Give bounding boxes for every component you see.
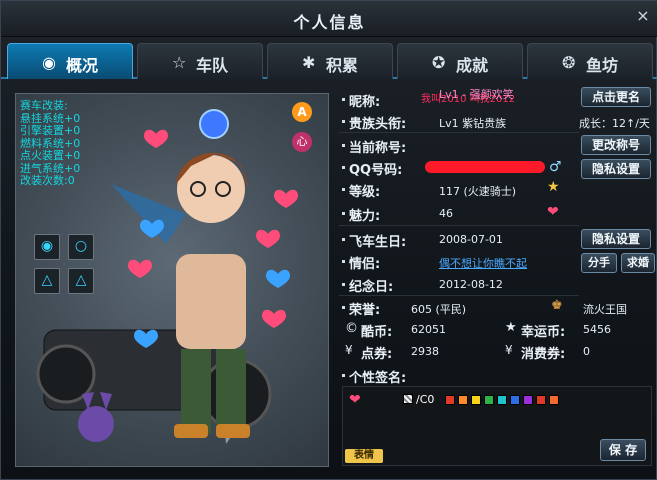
gear-icon: ✱ (302, 53, 316, 72)
dianquan-icon: ¥ (345, 343, 353, 357)
character-avatar (36, 109, 298, 444)
emoji-button[interactable]: 表情 (345, 449, 383, 463)
profile-window: 个人信息 × ◉ 概况 ☆ 车队 ✱ 积累 ✪ 成就 ❂ 鱼坊 赛车改装: 悬挂… (0, 0, 657, 480)
rename-button[interactable]: 点击更名 (581, 87, 651, 107)
kubi-value: 62051 (411, 323, 446, 336)
character-stage[interactable]: 赛车改装: 悬挂系统+0 引擎装置+0 燃料系统+0 点火装置+0 进气系统+0… (15, 93, 329, 467)
change-title-button[interactable]: 更改称号 (581, 135, 651, 155)
color-swatch-cyan[interactable] (497, 395, 507, 405)
king-avatar-icon: ♚ (551, 298, 563, 313)
color-swatch-red-2[interactable] (536, 395, 546, 405)
title-bar: 个人信息 × (1, 1, 657, 37)
color-picker-icon[interactable] (403, 394, 413, 404)
tab-overview[interactable]: ◉ 概况 (7, 43, 133, 79)
star-icon: ☆ (172, 53, 187, 72)
kubi-icon: © (345, 321, 358, 336)
charm-value: 46 (439, 207, 453, 220)
anniversary-row: 纪念日: 2012-08-12 (339, 274, 657, 295)
partner-link[interactable]: 偶不想让你瞧不起 (439, 255, 527, 271)
color-swatch-orange[interactable] (458, 395, 468, 405)
close-icon[interactable]: × (634, 7, 652, 25)
color-swatch-orange-2[interactable] (549, 395, 559, 405)
signature-label-row: 个性签名: (339, 365, 657, 386)
honor-value: 605 (平民) (411, 303, 467, 316)
currency-row-2: ¥ 点券: 2938 ¥ 消费券: 0 (345, 343, 590, 362)
level-row: 等级: 117 (火速骑士) ★ (339, 179, 657, 200)
noble-value: Lv1 紫钻贵族 (439, 117, 507, 130)
save-button[interactable]: 保 存 (600, 439, 646, 461)
growth-value: 成长：12↑/天 (579, 117, 650, 130)
lucky-value: 5456 (583, 323, 611, 336)
window-title: 个人信息 (293, 13, 366, 32)
nickname-value: Lv1 - 强颜欢笑 (439, 88, 514, 101)
xiaofei-icon: ¥ (505, 343, 513, 357)
xiaofei-value: 0 (583, 345, 590, 358)
qq-redacted (425, 161, 545, 173)
tab-bar: ◉ 概况 ☆ 车队 ✱ 积累 ✪ 成就 ❂ 鱼坊 (1, 41, 657, 79)
level-value: 117 (火速骑士) (439, 185, 517, 198)
propose-button[interactable]: 求婚 (621, 253, 655, 273)
color-swatch-red[interactable] (445, 395, 455, 405)
tab-achievement[interactable]: ✪ 成就 (397, 43, 523, 79)
color-swatch-purple[interactable] (523, 395, 533, 405)
honor-row: 荣誉: 605 (平民) ♚ 流火王国 (339, 297, 657, 318)
privacy-settings-button[interactable]: 隐私设置 (581, 159, 651, 179)
privacy-settings-button-2[interactable]: 隐私设置 (581, 229, 651, 249)
lucky-star-icon: ★ (505, 320, 517, 335)
color-swatch-blue[interactable] (510, 395, 520, 405)
tab-accumulate[interactable]: ✱ 积累 (267, 43, 393, 79)
birthday-value: 2008-07-01 (439, 233, 503, 246)
charm-row: 魅力: 46 ❤ (339, 203, 657, 224)
anniversary-value: 2012-08-12 (439, 278, 503, 291)
currency-row-1: © 酷币: 62051 ★ 幸运币: 5456 (345, 320, 611, 340)
medal-icon: ✪ (432, 53, 446, 72)
level-star-icon: ★ (547, 179, 560, 195)
color-swatch-green[interactable] (484, 395, 494, 405)
heart-emoji-icon[interactable]: ❤ (349, 392, 361, 408)
tab-team[interactable]: ☆ 车队 (137, 43, 263, 79)
color-code: /C0 (416, 393, 435, 406)
tab-fish[interactable]: ❂ 鱼坊 (527, 43, 653, 79)
noble-row: 贵族头衔: Lv1 紫钻贵族 成长：12↑/天 (339, 111, 657, 132)
male-icon: ♂ (549, 159, 562, 175)
color-swatch-yellow[interactable] (471, 395, 481, 405)
fish-icon: ❂ (562, 53, 576, 72)
breakup-button[interactable]: 分手 (581, 253, 617, 273)
heart-icon: ❤ (547, 204, 559, 220)
kingdom-value: 流火王国 (583, 303, 627, 316)
dianquan-value: 2938 (411, 345, 439, 358)
gauge-icon: ◉ (42, 53, 56, 72)
